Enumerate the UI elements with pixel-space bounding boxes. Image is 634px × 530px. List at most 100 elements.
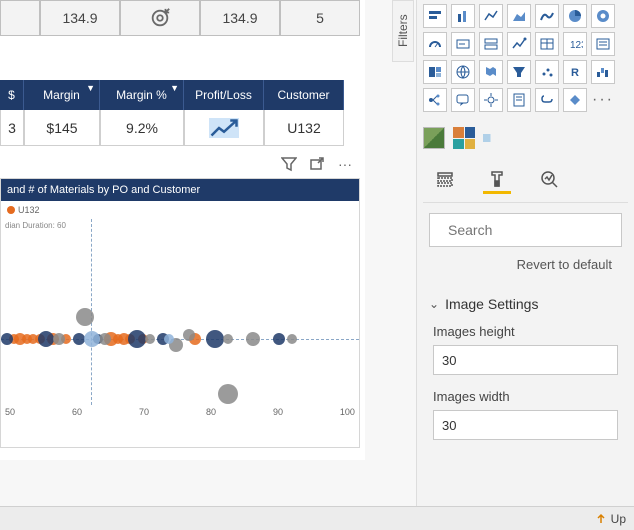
powerapps-icon[interactable] bbox=[563, 88, 587, 112]
table-header: $ Margin▼ Margin %▼ Profit/Loss Customer bbox=[0, 80, 344, 110]
image-thumb[interactable] bbox=[423, 127, 445, 149]
donut-chart-icon[interactable] bbox=[591, 4, 615, 28]
line-chart-icon[interactable] bbox=[479, 4, 503, 28]
data-point[interactable] bbox=[183, 329, 195, 341]
cell-profit-loss bbox=[184, 110, 264, 146]
kpi-icon[interactable] bbox=[507, 32, 531, 56]
summary-row: 134.9 134.9 5 bbox=[0, 0, 360, 36]
table-row[interactable]: 3 $145 9.2% U132 bbox=[0, 110, 344, 146]
search-box[interactable] bbox=[429, 213, 622, 247]
table-icon[interactable] bbox=[535, 32, 559, 56]
data-point[interactable] bbox=[223, 334, 233, 344]
images-height-field: Images height bbox=[423, 324, 628, 389]
svg-text:123: 123 bbox=[570, 40, 583, 51]
report-canvas: 134.9 134.9 5 $ Margin▼ Margin %▼ Profit… bbox=[0, 0, 365, 460]
cell-margin-pct: 9.2% bbox=[100, 110, 184, 146]
treemap-icon[interactable] bbox=[423, 60, 447, 84]
summary-cell-kpi-icon bbox=[120, 0, 200, 36]
chart-title: and # of Materials by PO and Customer bbox=[1, 179, 359, 201]
waterfall-icon[interactable] bbox=[591, 60, 615, 84]
search-input[interactable] bbox=[448, 222, 629, 238]
key-influencers-icon[interactable] bbox=[479, 88, 503, 112]
chart-legend: U132 bbox=[1, 201, 359, 219]
data-point[interactable] bbox=[273, 333, 285, 345]
svg-text:R: R bbox=[571, 67, 579, 79]
ribbon-chart-icon[interactable] bbox=[535, 4, 559, 28]
images-width-input[interactable] bbox=[433, 410, 618, 440]
revert-to-default-link[interactable]: Revert to default bbox=[423, 257, 628, 272]
sort-desc-icon: ▼ bbox=[170, 83, 179, 93]
scatter-icon[interactable] bbox=[535, 60, 559, 84]
fields-tab[interactable] bbox=[431, 166, 459, 194]
data-point[interactable] bbox=[164, 334, 174, 344]
data-point[interactable] bbox=[287, 334, 297, 344]
map-icon[interactable] bbox=[451, 60, 475, 84]
data-point[interactable] bbox=[84, 331, 100, 347]
chevron-down-icon: ⌄ bbox=[429, 297, 439, 311]
slicer-icon[interactable] bbox=[591, 32, 615, 56]
images-height-label: Images height bbox=[433, 324, 618, 339]
data-point[interactable] bbox=[38, 331, 54, 347]
summary-cell-v1: 134.9 bbox=[40, 0, 120, 36]
pie-chart-icon[interactable] bbox=[563, 4, 587, 28]
target-icon bbox=[149, 7, 171, 29]
area-chart-icon[interactable] bbox=[507, 4, 531, 28]
minibar-thumb[interactable] bbox=[483, 134, 505, 142]
filter-icon[interactable] bbox=[279, 154, 299, 174]
legend-label: U132 bbox=[18, 205, 40, 215]
theme-thumbnails bbox=[423, 126, 628, 150]
gauge-icon[interactable] bbox=[423, 32, 447, 56]
paginated-report-icon[interactable] bbox=[507, 88, 531, 112]
clustered-column-icon[interactable] bbox=[451, 4, 475, 28]
visual-hover-toolbar: ··· bbox=[279, 152, 355, 176]
summary-cell-v3: 5 bbox=[280, 0, 360, 36]
status-bar: Up bbox=[0, 506, 634, 530]
images-width-label: Images width bbox=[433, 389, 618, 404]
data-point[interactable] bbox=[76, 308, 94, 326]
decomposition-tree-icon[interactable] bbox=[423, 88, 447, 112]
image-settings-section[interactable]: ⌄ Image Settings bbox=[423, 296, 628, 312]
stacked-bar-icon[interactable] bbox=[423, 4, 447, 28]
format-tab[interactable] bbox=[483, 166, 511, 194]
funnel-icon[interactable] bbox=[507, 60, 531, 84]
card-icon[interactable] bbox=[451, 32, 475, 56]
data-point[interactable] bbox=[53, 333, 65, 345]
more-visuals-icon[interactable]: ··· bbox=[591, 88, 615, 112]
analytics-tab[interactable] bbox=[535, 166, 563, 194]
median-label: dian Duration: 60 bbox=[5, 221, 66, 230]
data-point[interactable] bbox=[206, 330, 224, 348]
sort-desc-icon: ▼ bbox=[86, 83, 95, 93]
data-point[interactable] bbox=[99, 333, 111, 345]
col-dollar[interactable]: $ bbox=[0, 80, 24, 110]
visualizations-pane: 123 R ··· Revert to default ⌄ Image Settin… bbox=[416, 0, 634, 530]
data-point[interactable] bbox=[145, 334, 155, 344]
section-title: Image Settings bbox=[445, 296, 538, 312]
format-tabs bbox=[423, 166, 628, 203]
color-thumb[interactable] bbox=[453, 127, 475, 149]
images-width-field: Images width bbox=[423, 389, 628, 454]
col-margin-pct[interactable]: Margin %▼ bbox=[100, 80, 184, 110]
status-text: Up bbox=[611, 512, 626, 526]
col-customer[interactable]: Customer bbox=[264, 80, 344, 110]
legend-swatch-icon bbox=[7, 206, 15, 214]
filled-map-icon[interactable] bbox=[479, 60, 503, 84]
more-options-icon[interactable]: ··· bbox=[335, 154, 355, 174]
x-axis: 5060708090100 bbox=[1, 407, 359, 423]
python-visual-icon[interactable] bbox=[535, 88, 559, 112]
matrix-icon[interactable]: 123 bbox=[563, 32, 587, 56]
focus-mode-icon[interactable] bbox=[307, 154, 327, 174]
summary-cell-blank bbox=[0, 0, 40, 36]
images-height-input[interactable] bbox=[433, 345, 618, 375]
multi-row-card-icon[interactable] bbox=[479, 32, 503, 56]
data-point[interactable] bbox=[218, 384, 238, 404]
data-point[interactable] bbox=[1, 333, 13, 345]
qa-icon[interactable] bbox=[451, 88, 475, 112]
r-visual-icon[interactable]: R bbox=[563, 60, 587, 84]
filters-pane-tab[interactable]: Filters bbox=[392, 0, 414, 62]
data-point[interactable] bbox=[128, 330, 146, 348]
scatter-chart-visual[interactable]: and # of Materials by PO and Customer U1… bbox=[0, 178, 360, 448]
col-margin[interactable]: Margin▼ bbox=[24, 80, 100, 110]
col-profit-loss[interactable]: Profit/Loss bbox=[184, 80, 264, 110]
summary-cell-v2: 134.9 bbox=[200, 0, 280, 36]
data-point[interactable] bbox=[246, 332, 260, 346]
